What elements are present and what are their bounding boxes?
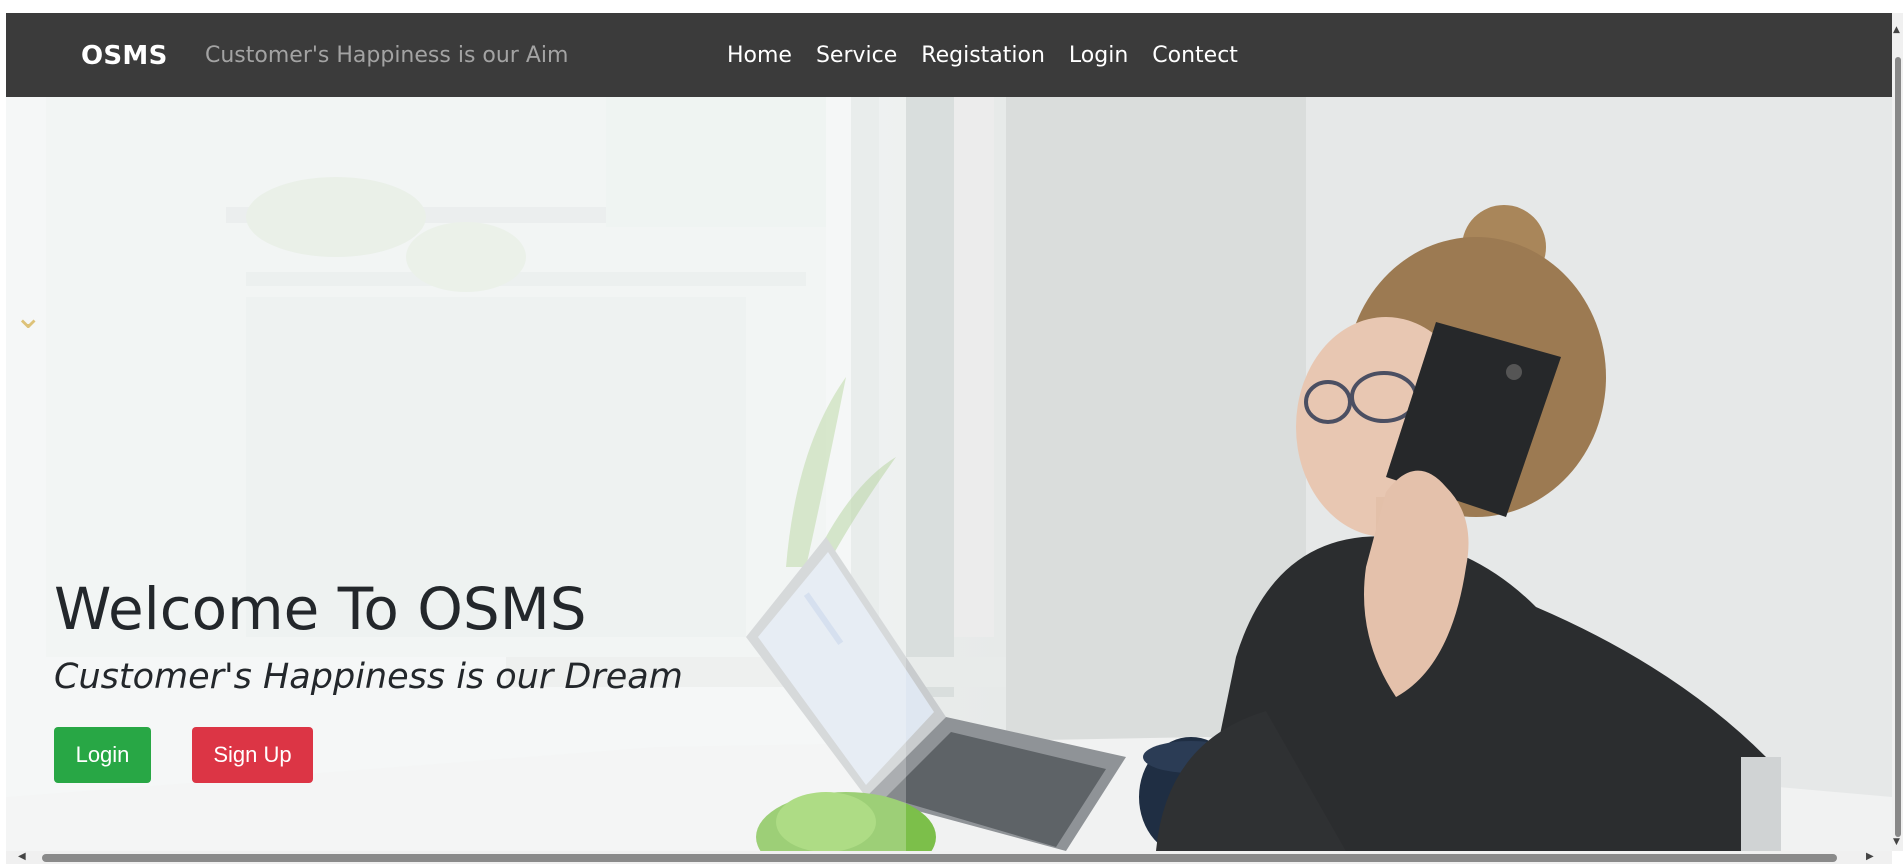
nav-link-registration[interactable]: Registation <box>921 43 1045 68</box>
nav-links: Home Service Registation Login Contect <box>727 43 1238 68</box>
nav-link-contact[interactable]: Contect <box>1152 43 1238 68</box>
scroll-up-arrow-icon[interactable]: ▲ <box>1893 25 1900 35</box>
scroll-down-arrow-icon[interactable]: ▼ <box>1893 837 1900 847</box>
carousel-chevron-left-icon[interactable]: ⌄ <box>14 297 43 337</box>
vertical-scroll-thumb[interactable] <box>1895 57 1901 837</box>
hero-subtitle: Customer's Happiness is our Dream <box>54 657 683 697</box>
navbar: OSMS Customer's Happiness is our Aim Hom… <box>6 13 1892 97</box>
scroll-right-arrow-icon[interactable]: ▶ <box>1866 851 1874 862</box>
horizontal-scrollbar[interactable]: ◀ ▶ <box>6 851 1892 864</box>
vertical-scrollbar[interactable]: ▲ ▼ <box>1892 13 1903 851</box>
hero-login-button[interactable]: Login <box>54 727 151 783</box>
nav-link-home[interactable]: Home <box>727 43 792 68</box>
browser-viewport: OSMS Customer's Happiness is our Aim Hom… <box>6 13 1892 851</box>
hero-title: Welcome To OSMS <box>54 575 587 643</box>
brand-logo[interactable]: OSMS <box>81 41 168 71</box>
nav-link-login[interactable]: Login <box>1069 43 1128 68</box>
horizontal-scroll-thumb[interactable] <box>42 854 1837 862</box>
navbar-tagline: Customer's Happiness is our Aim <box>205 43 569 68</box>
scroll-left-arrow-icon[interactable]: ◀ <box>18 851 26 862</box>
nav-link-service[interactable]: Service <box>816 43 897 68</box>
hero-banner: ⌄ Welcome To OSMS Customer's Happiness i… <box>6 97 1892 851</box>
hero-signup-button[interactable]: Sign Up <box>192 727 313 783</box>
